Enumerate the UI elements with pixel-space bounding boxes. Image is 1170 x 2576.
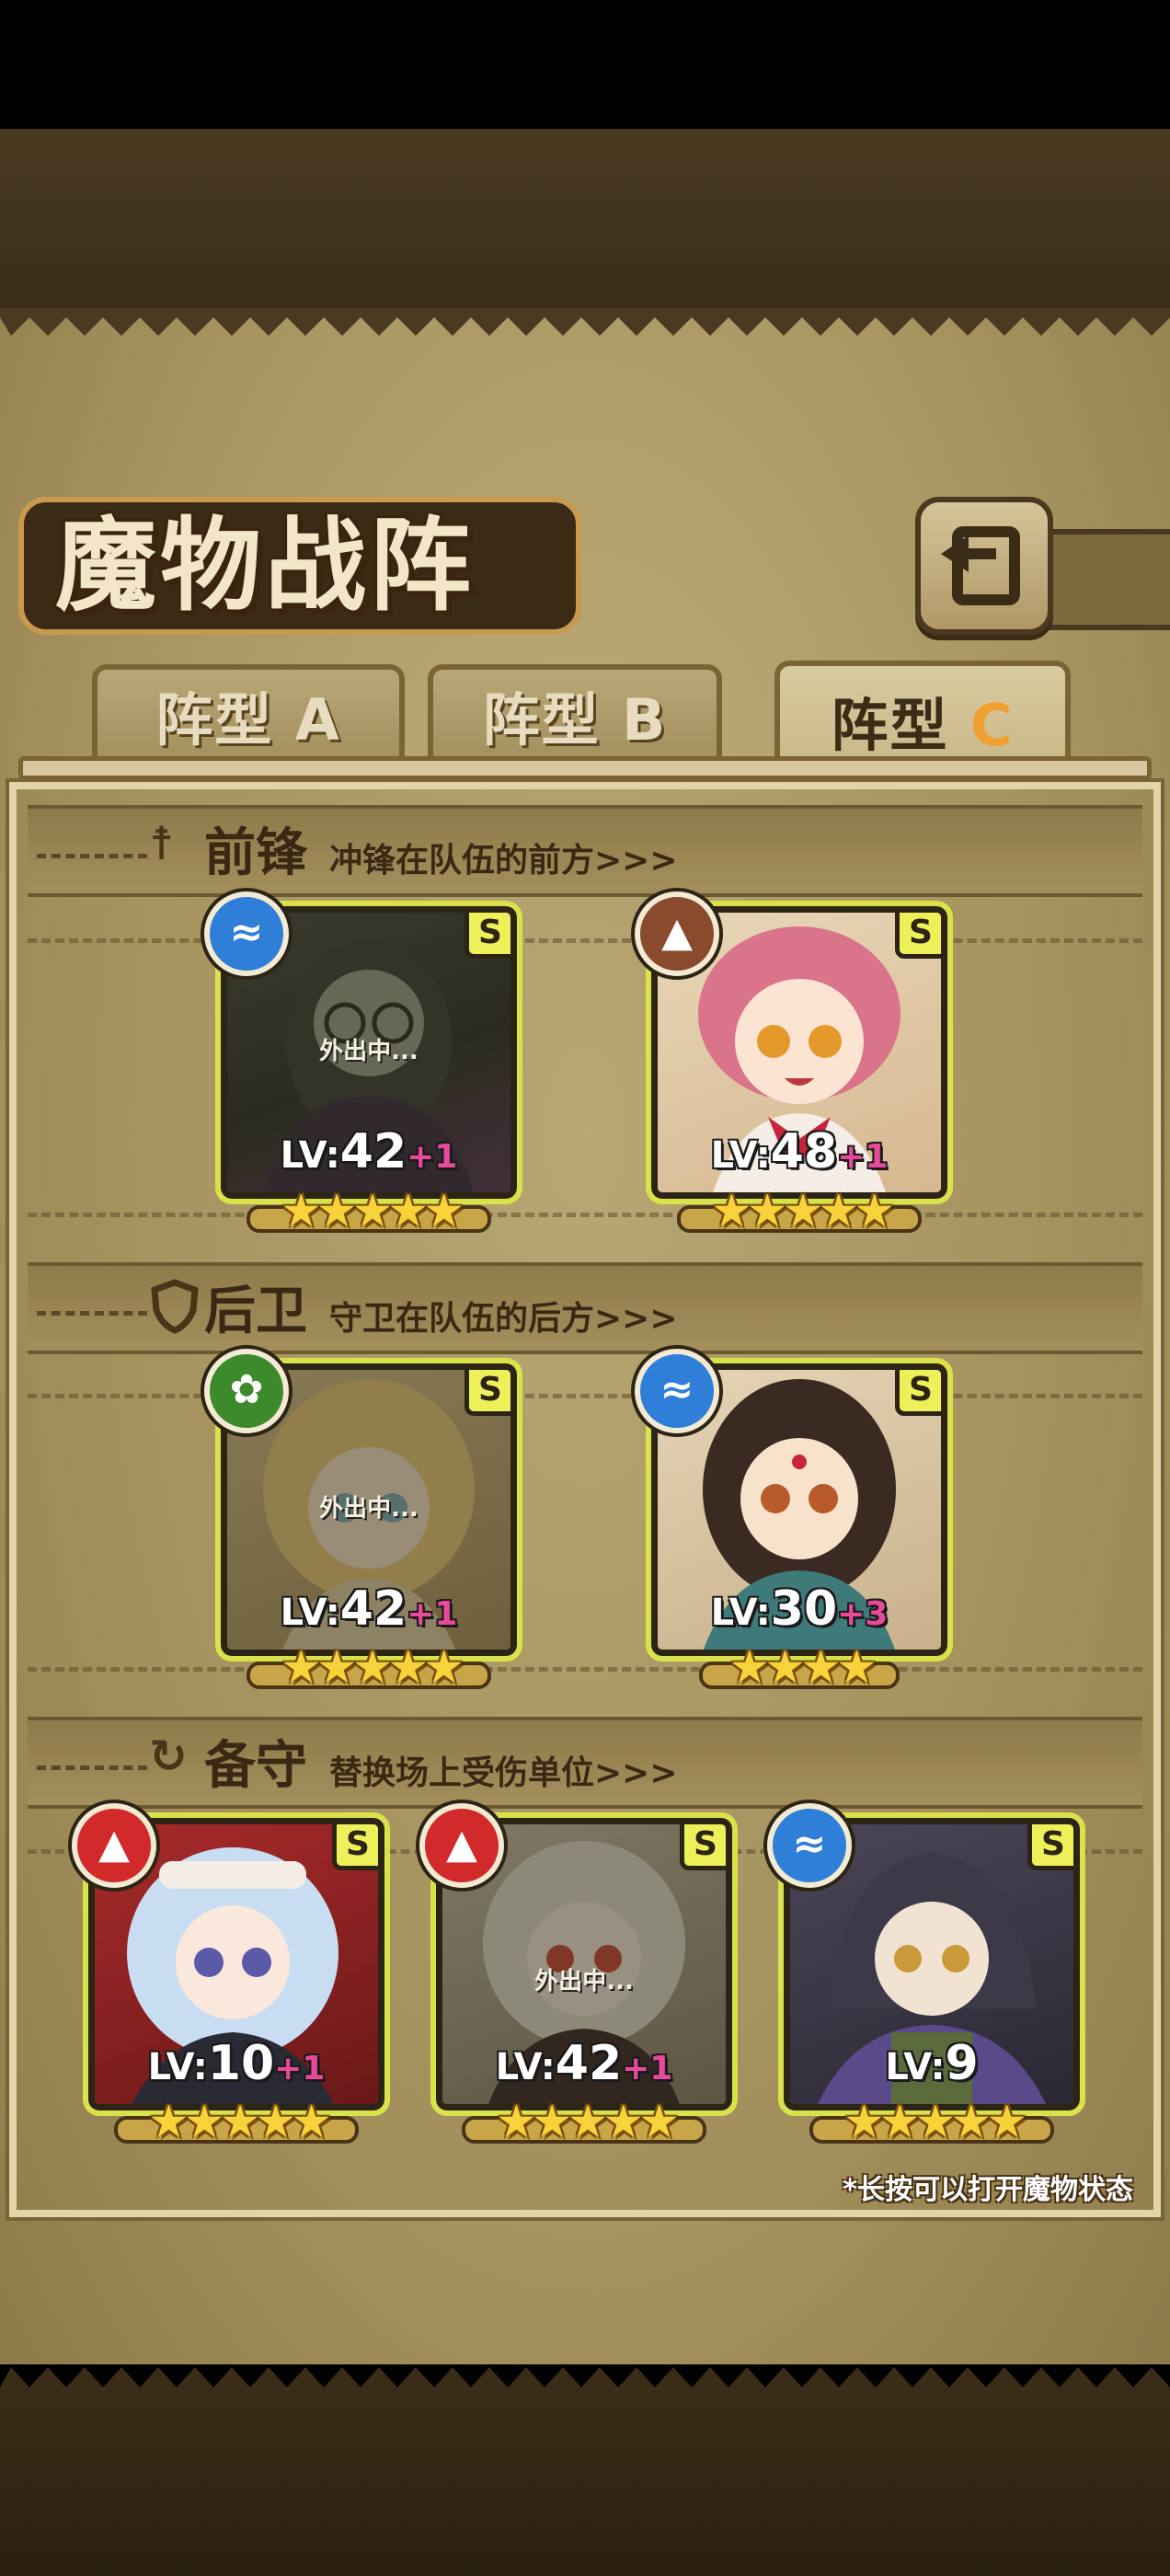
star-rating: ★★★★★	[280, 1640, 465, 1694]
swap-icon: ↻	[149, 1730, 188, 1783]
level-label: LV:42+1	[280, 1581, 458, 1637]
return-arrow-icon	[941, 526, 1020, 605]
star-rating: ★★★★★	[280, 1184, 465, 1237]
rank-badge: S	[680, 1824, 726, 1870]
star-rating: ★★★★★	[710, 1184, 895, 1237]
back-button[interactable]	[915, 497, 1053, 635]
star-rating: ★★★★★	[843, 2095, 1027, 2148]
water-element-icon: ≈	[767, 1803, 852, 1888]
row-guide-line	[28, 1667, 1142, 1672]
row-guide-line	[28, 1213, 1142, 1217]
shield-icon	[151, 1279, 199, 1334]
torn-edge-top	[0, 308, 1170, 336]
rank-badge: S	[895, 913, 941, 959]
rank-badge: S	[1027, 1824, 1073, 1870]
star-rating: ★★★★★	[147, 2095, 332, 2148]
fire-element-icon: ▲	[419, 1803, 504, 1888]
star-rating: ★★★★	[728, 1640, 877, 1694]
section-title-vanguard: 前锋	[204, 822, 307, 883]
level-value: 42	[555, 2036, 623, 2091]
level-bonus: +1	[407, 1595, 458, 1633]
tab-label-letter: C	[970, 692, 1015, 759]
tab-label-prefix: 阵型	[155, 686, 274, 753]
row-guide-line	[28, 938, 1142, 943]
level-bonus: +1	[622, 2050, 673, 2087]
torn-edge-bottom	[0, 2367, 1170, 2397]
water-element-icon: ≈	[204, 891, 289, 976]
level-label: LV:48+1	[710, 1124, 889, 1179]
section-desc-vanguard: 冲锋在队伍的前方>>>	[329, 842, 678, 880]
away-status: 外出中...	[534, 1968, 634, 1995]
level-value: 42	[339, 1124, 407, 1179]
tab-label-letter: B	[622, 686, 668, 753]
rank-badge: S	[465, 913, 510, 959]
back-button-plate	[1039, 529, 1170, 630]
long-press-hint: *长按可以打开魔物状态	[843, 2174, 1133, 2206]
tab-label-prefix: 阵型	[831, 692, 949, 759]
level-label: LV:10+1	[147, 2036, 326, 2091]
level-value: 30	[770, 1581, 838, 1637]
status-bar-area	[0, 0, 1170, 129]
map-background-bottom	[0, 2392, 1170, 2576]
row-guide-line	[28, 1394, 1142, 1398]
star-rating: ★★★★★	[495, 2095, 680, 2148]
level-label: LV:42+1	[280, 1124, 458, 1179]
fire-element-icon: ▲	[72, 1803, 156, 1888]
level-value: 9	[945, 2036, 979, 2091]
away-status: 外出中...	[319, 1038, 419, 1065]
level-value: 42	[339, 1581, 407, 1637]
level-bonus: +1	[407, 1138, 458, 1176]
divider-line	[37, 1765, 147, 1770]
level-label: LV:30+3	[710, 1581, 889, 1637]
section-title-reserve: 备守	[204, 1735, 307, 1796]
level-value: 10	[207, 2036, 275, 2091]
away-status: 外出中...	[319, 1495, 419, 1523]
tab-label-prefix: 阵型	[482, 686, 601, 753]
section-desc-rearguard: 守卫在队伍的后方>>>	[329, 1300, 678, 1338]
section-title-rearguard: 后卫	[204, 1281, 307, 1341]
tab-label-letter: A	[294, 686, 341, 753]
level-bonus: +1	[837, 1138, 889, 1176]
divider-line	[37, 1311, 147, 1316]
level-bonus: +1	[274, 2050, 326, 2087]
rank-badge: S	[465, 1370, 510, 1416]
level-label: LV:42+1	[495, 2036, 673, 2091]
page-title: 魔物战阵	[55, 506, 475, 625]
level-label: LV:9	[885, 2036, 979, 2091]
rank-badge: S	[895, 1370, 941, 1416]
water-element-icon: ≈	[635, 1349, 719, 1433]
section-desc-reserve: 替换场上受伤单位>>>	[329, 1754, 678, 1792]
level-bonus: +3	[837, 1595, 889, 1633]
level-value: 48	[770, 1124, 838, 1179]
rank-badge: S	[332, 1824, 378, 1870]
sword-icon: ☨	[149, 817, 175, 870]
map-background-top	[0, 129, 1170, 313]
tab-divider	[18, 756, 1152, 780]
divider-line	[37, 854, 147, 858]
leaf-element-icon: ✿	[204, 1349, 289, 1433]
earth-element-icon: ▲	[635, 891, 719, 976]
